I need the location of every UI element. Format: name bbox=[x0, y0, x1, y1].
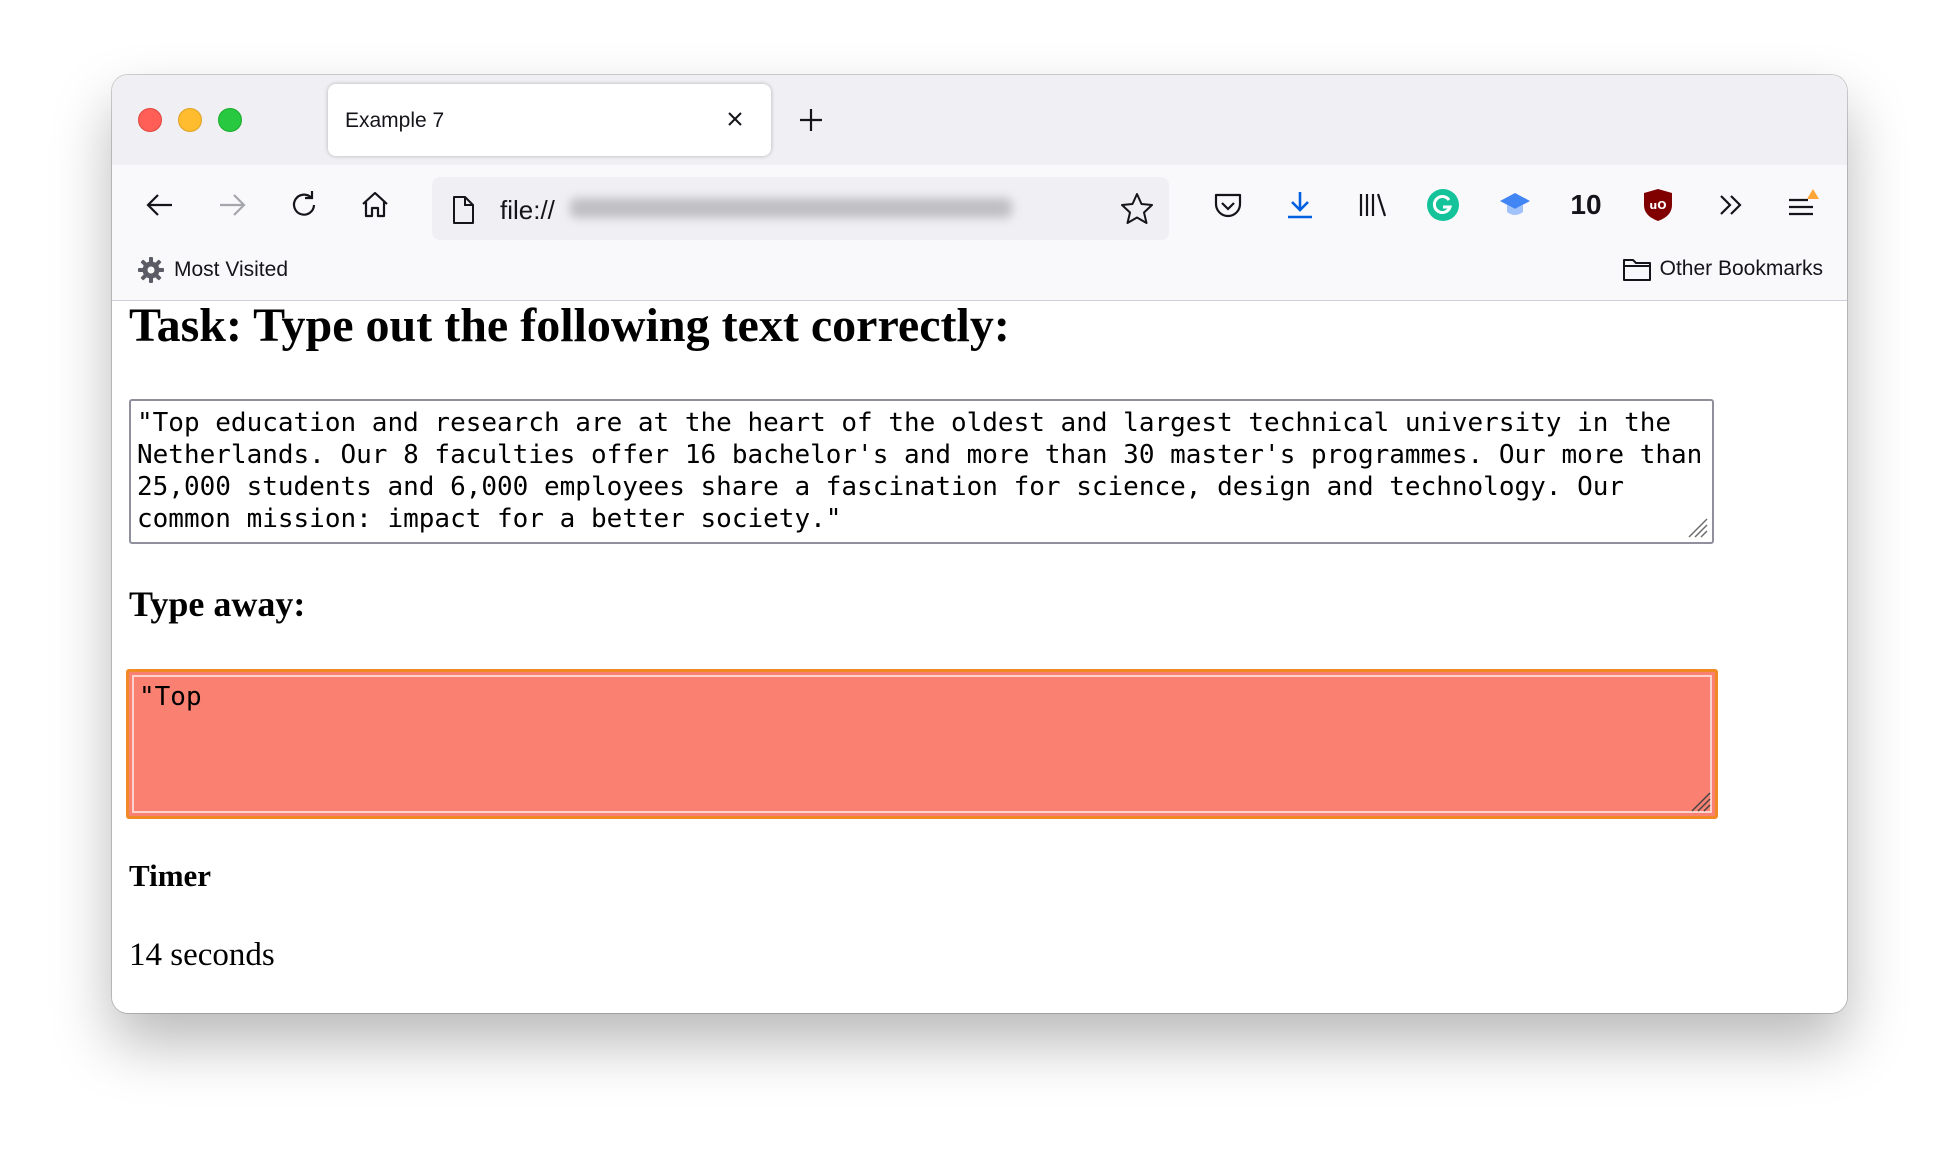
zoom-window-button[interactable] bbox=[218, 108, 242, 132]
minimize-window-button[interactable] bbox=[178, 108, 202, 132]
task-heading: Task: Type out the following text correc… bbox=[129, 299, 1010, 352]
new-tab-icon[interactable] bbox=[796, 105, 826, 135]
page-content: Task: Type out the following text correc… bbox=[112, 299, 1847, 1013]
resize-grip-icon[interactable] bbox=[1688, 789, 1712, 813]
back-arrow-icon bbox=[146, 194, 172, 216]
chevron-double-right-icon bbox=[1720, 195, 1742, 215]
ublock-shield-icon: uO bbox=[1644, 189, 1672, 221]
back-button[interactable] bbox=[140, 185, 180, 225]
resize-grip-icon[interactable] bbox=[1685, 515, 1709, 539]
bookmarks-toolbar: Most Visited Other Bookmarks bbox=[112, 245, 1847, 301]
tab-example-7[interactable]: Example 7 bbox=[328, 84, 771, 156]
close-tab-icon[interactable] bbox=[721, 105, 749, 133]
reload-icon bbox=[292, 191, 316, 216]
counter-extension-button[interactable]: 10 bbox=[1566, 185, 1606, 225]
most-visited-bookmark[interactable]: Most Visited bbox=[136, 255, 288, 285]
graduation-cap-icon bbox=[1500, 193, 1530, 215]
address-bar[interactable]: file:// bbox=[432, 177, 1169, 240]
blurred-url-path bbox=[570, 198, 1012, 218]
library-button[interactable] bbox=[1352, 185, 1392, 225]
more-tools-button[interactable] bbox=[1710, 185, 1750, 225]
reload-button[interactable] bbox=[284, 185, 324, 225]
typing-input-inner-border bbox=[132, 675, 1712, 813]
other-bookmarks-folder[interactable]: Other Bookmarks bbox=[1622, 255, 1823, 283]
counter-badge: 10 bbox=[1570, 189, 1602, 220]
tab-strip: Example 7 bbox=[112, 75, 1847, 165]
page-icon bbox=[453, 196, 474, 224]
downloads-button[interactable] bbox=[1280, 185, 1320, 225]
gear-icon bbox=[138, 257, 164, 283]
bookmark-star-icon[interactable] bbox=[1119, 191, 1155, 227]
download-icon bbox=[1288, 192, 1312, 219]
timer-heading: Timer bbox=[129, 858, 212, 893]
hamburger-menu-icon bbox=[1789, 189, 1819, 216]
close-window-button[interactable] bbox=[138, 108, 162, 132]
grammarly-icon bbox=[1427, 189, 1459, 221]
browser-window: Example 7 file:// 10 uO Most Visited Oth… bbox=[112, 75, 1847, 1013]
type-away-heading: Type away: bbox=[129, 584, 306, 624]
home-button[interactable] bbox=[355, 185, 395, 225]
url-text: file:// bbox=[500, 195, 555, 225]
source-text-area[interactable]: "Top education and research are at the h… bbox=[129, 399, 1714, 544]
most-visited-label: Most Visited bbox=[174, 258, 288, 281]
other-bookmarks-label: Other Bookmarks bbox=[1659, 257, 1823, 280]
svg-text:uO: uO bbox=[1649, 199, 1666, 212]
typing-input-area[interactable]: "Top bbox=[126, 669, 1718, 819]
pocket-icon bbox=[1214, 193, 1242, 218]
folder-icon bbox=[1622, 259, 1651, 281]
tab-title: Example 7 bbox=[345, 109, 445, 132]
home-icon bbox=[362, 191, 388, 218]
forward-button[interactable] bbox=[212, 185, 252, 225]
scholar-extension-button[interactable] bbox=[1495, 185, 1535, 225]
app-menu-button[interactable] bbox=[1782, 185, 1822, 225]
typing-input-value: "Top bbox=[139, 682, 202, 712]
library-icon bbox=[1359, 193, 1387, 217]
source-text-value: "Top education and research are at the h… bbox=[137, 408, 1703, 534]
ublock-button[interactable]: uO bbox=[1638, 185, 1678, 225]
grammarly-button[interactable] bbox=[1423, 185, 1463, 225]
navigation-toolbar: file:// 10 uO bbox=[112, 165, 1847, 245]
forward-arrow-icon bbox=[220, 194, 246, 216]
timer-value: 14 seconds bbox=[129, 937, 275, 973]
pocket-button[interactable] bbox=[1208, 185, 1248, 225]
